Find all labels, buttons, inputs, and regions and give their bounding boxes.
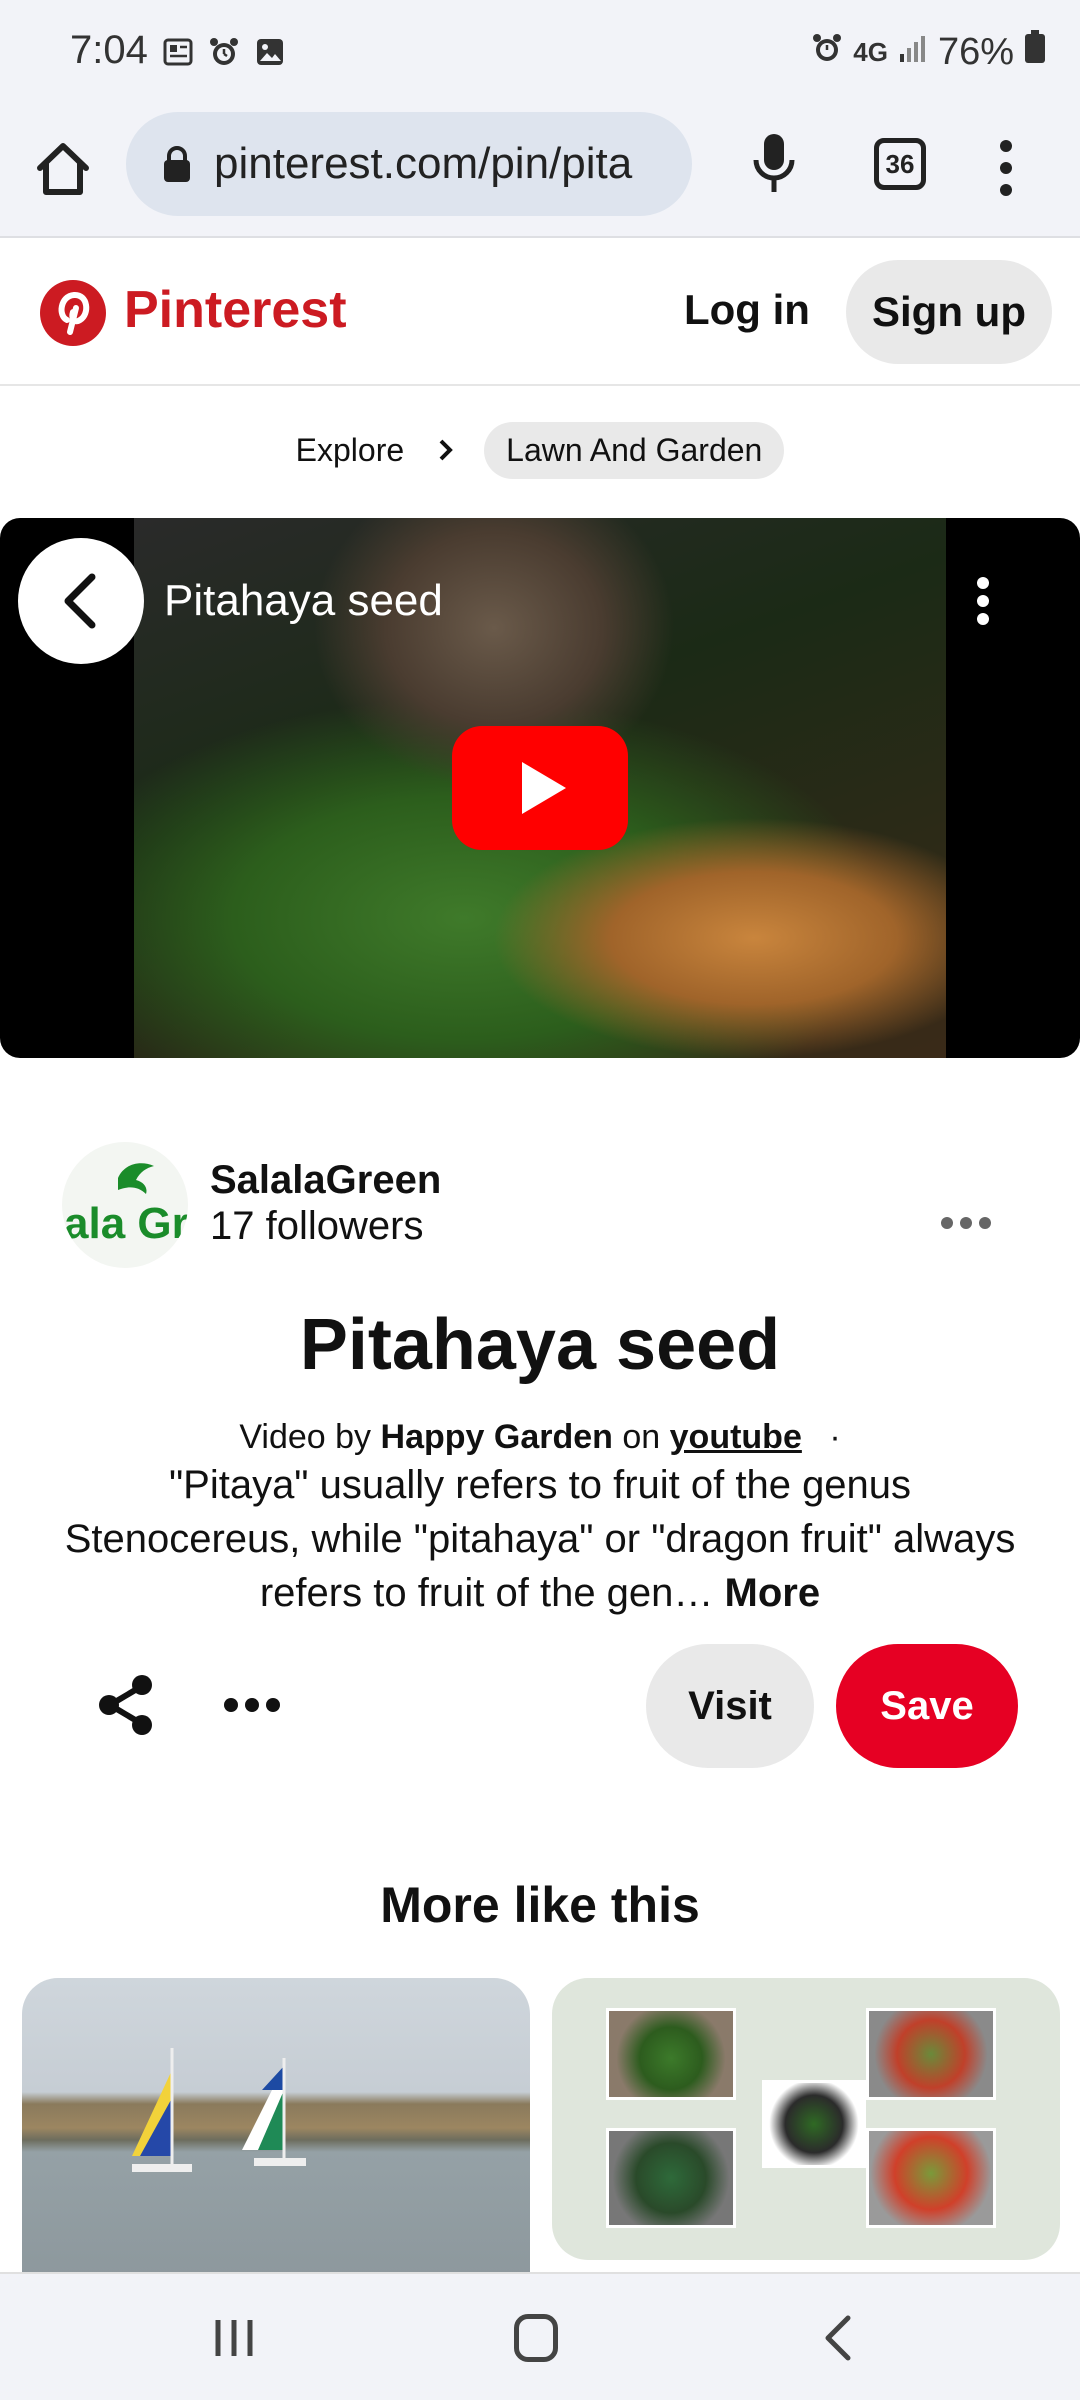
pin-description: "Pitaya" usually refers to fruit of the … (56, 1458, 1024, 1620)
url-text: pinterest.com/pin/pita (214, 139, 633, 188)
video-title[interactable]: Pitahaya seed (164, 576, 443, 626)
related-pin-card[interactable] (22, 1978, 530, 2278)
browser-toolbar: pinterest.com/pin/pita 36 (0, 108, 1080, 238)
microphone-icon[interactable] (752, 132, 796, 196)
login-button[interactable]: Log in (684, 286, 810, 334)
visit-button[interactable]: Visit (646, 1644, 814, 1768)
notification-icons (162, 36, 286, 73)
alarm-icon (811, 31, 843, 74)
creator-name[interactable]: SalalaGreen (210, 1158, 441, 1203)
svg-text:ala Gr: ala Gr (64, 1199, 188, 1248)
source-prefix: Video by (239, 1418, 372, 1456)
pinterest-logo-icon[interactable] (40, 280, 106, 346)
source-dot: · (829, 1418, 841, 1456)
play-button-icon[interactable] (452, 726, 628, 850)
news-icon (162, 36, 194, 73)
status-bar: 7:04 4G 76% (0, 0, 1080, 108)
lock-icon (162, 145, 192, 183)
channel-avatar-button[interactable] (18, 538, 144, 664)
pin-title: Pitahaya seed (299, 1305, 781, 1385)
pin-description-text: "Pitaya" usually refers to fruit of the … (64, 1463, 1016, 1615)
battery-icon (1024, 30, 1046, 74)
plant-thumbnail (866, 2128, 996, 2228)
creator-more-icon[interactable] (940, 1216, 992, 1230)
save-button[interactable]: Save (836, 1644, 1018, 1768)
plant-thumbnail (606, 2008, 736, 2100)
signup-button[interactable]: Sign up (846, 260, 1052, 364)
share-icon[interactable] (96, 1674, 156, 1736)
sailboats-image (132, 2048, 306, 2172)
video-menu-icon[interactable] (976, 576, 990, 626)
battery-percent: 76% (937, 30, 1014, 73)
pin-source-line: Video by Happy Garden on youtube · (0, 1418, 1080, 1457)
breadcrumb-category-link[interactable]: Lawn And Garden (484, 421, 785, 479)
related-heading: More like this (380, 1877, 700, 1933)
more-options-icon[interactable] (224, 1698, 280, 1712)
system-status-icons: 4G 76% (811, 30, 1046, 74)
video-player[interactable]: Pitahaya seed (0, 518, 1080, 1058)
source-on: on (622, 1418, 661, 1456)
creator-avatar[interactable]: ala Gr (62, 1142, 188, 1268)
source-site-link[interactable]: youtube (670, 1418, 802, 1456)
browser-menu-icon[interactable] (998, 138, 1014, 198)
description-more-link[interactable]: More (725, 1571, 821, 1615)
plant-thumbnail (606, 2128, 736, 2228)
related-pin-card[interactable] (552, 1978, 1060, 2260)
back-nav-icon[interactable] (822, 2314, 852, 2362)
plant-thumbnail (762, 2080, 866, 2168)
address-bar[interactable]: pinterest.com/pin/pita (126, 112, 692, 216)
breadcrumb: Explore Lawn And Garden (0, 420, 1080, 480)
home-nav-icon[interactable] (514, 2314, 558, 2362)
tab-switcher-button[interactable]: 36 (874, 138, 926, 190)
status-time: 7:04 (70, 28, 148, 72)
alarm-icon (208, 36, 240, 73)
pinterest-wordmark[interactable]: Pinterest (124, 280, 347, 340)
plant-thumbnail (866, 2008, 996, 2100)
source-author: Happy Garden (380, 1418, 613, 1456)
system-navigation-bar (0, 2272, 1080, 2400)
home-icon[interactable] (32, 138, 94, 200)
creator-followers: 17 followers (210, 1204, 424, 1248)
gallery-icon (254, 36, 286, 73)
chevron-right-icon (434, 438, 458, 462)
network-type: 4G (853, 36, 888, 67)
breadcrumb-explore-link[interactable]: Explore (296, 432, 405, 469)
site-header: Pinterest Log in Sign up (0, 240, 1080, 386)
recent-apps-icon[interactable] (212, 2316, 256, 2360)
signal-icon (898, 31, 928, 74)
